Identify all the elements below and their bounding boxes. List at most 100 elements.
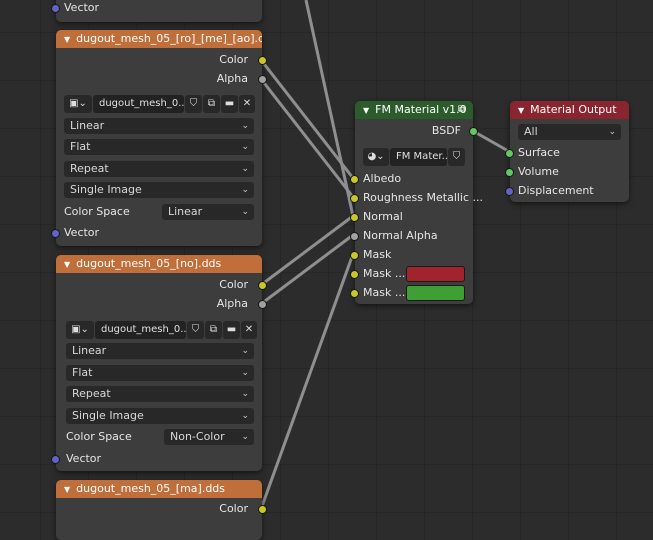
node-header[interactable]: ▼ Material Output (510, 101, 629, 119)
projection-dropdown[interactable]: Flat ⌄ (66, 365, 254, 381)
node-group-selector[interactable]: ◕⌄ FM Mater... ⛉ (363, 148, 465, 166)
image-selector[interactable]: ▣⌄ dugout_mesh_0... ⛉ ⧉ ▬ ✕ (64, 95, 255, 113)
alpha-output-socket[interactable] (258, 75, 267, 84)
mask-r-color-swatch[interactable] (406, 266, 465, 282)
image-browse-button[interactable]: ▣⌄ (66, 321, 94, 339)
normal-alpha-input-socket[interactable] (350, 232, 359, 241)
link-top-to-normal (304, 0, 355, 217)
mask-g-input-socket[interactable] (350, 289, 359, 298)
interpolation-value: Linear (72, 344, 107, 357)
volume-input-socket[interactable] (505, 168, 514, 177)
chevron-down-icon: ⌄ (241, 207, 249, 217)
group-name-field[interactable]: FM Mater... (390, 148, 447, 166)
chevron-down-icon: ⌄ (241, 346, 249, 356)
chevron-down-icon: ⌄ (241, 121, 249, 131)
color-space-dropdown[interactable]: Linear ⌄ (162, 204, 254, 220)
interpolation-dropdown[interactable]: Linear ⌄ (66, 343, 254, 359)
extension-dropdown[interactable]: Repeat ⌄ (66, 386, 254, 402)
extension-dropdown[interactable]: Repeat ⌄ (64, 161, 254, 177)
fm-material-group-node[interactable]: ▼ FM Material v1.0 ⧉ BSDF ◕⌄ FM Mater... ⛉… (350, 101, 483, 304)
open-image-button[interactable]: ▬ (221, 95, 238, 113)
image-name-field[interactable]: dugout_mesh_0... (95, 321, 186, 339)
node-group-icon: ⧉ (457, 104, 465, 115)
chevron-down-icon: ⌄ (241, 164, 249, 174)
color-space-value: Non-Color (170, 430, 225, 443)
collapse-arrow-icon[interactable]: ▼ (64, 31, 70, 48)
unlink-image-button[interactable]: ✕ (239, 95, 255, 113)
image-browse-button[interactable]: ▣⌄ (64, 95, 92, 113)
mask-g-input-label: Mask ... (363, 286, 406, 299)
volume-input-label: Volume (518, 165, 559, 178)
vector-input-socket[interactable] (51, 229, 60, 238)
image-texture-node-ao[interactable]: ▼ dugout_mesh_05_[ro]_[me]_[ao].dds Color… (51, 30, 267, 246)
color-space-label: Color Space (66, 430, 132, 443)
image-selector[interactable]: ▣⌄ dugout_mesh_0... ⛉ ⧉ ▬ ✕ (66, 321, 257, 339)
chevron-down-icon: ⌄ (241, 368, 249, 378)
color-space-dropdown[interactable]: Non-Color ⌄ (164, 429, 254, 445)
image-texture-node-ma[interactable]: ▼ dugout_mesh_05_[ma].dds Color (56, 480, 267, 540)
node-header[interactable]: ▼ dugout_mesh_05_[ma].dds (56, 480, 262, 498)
node-title: Material Output (530, 103, 617, 116)
folder-icon: ▬ (226, 324, 237, 335)
vector-input-socket[interactable] (51, 4, 60, 13)
interpolation-dropdown[interactable]: Linear ⌄ (64, 118, 254, 134)
color-output-label: Color (219, 502, 248, 515)
chevron-down-icon: ⌄ (241, 142, 249, 152)
unlink-image-button[interactable]: ✕ (241, 321, 257, 339)
vector-input-socket[interactable] (51, 455, 60, 464)
color-output-label: Color (219, 53, 248, 66)
alpha-output-socket[interactable] (258, 300, 267, 309)
vector-input-label: Vector (64, 226, 100, 239)
color-output-socket[interactable] (258, 505, 267, 514)
chevron-down-icon: ⌄ (241, 432, 249, 442)
collapse-arrow-icon[interactable]: ▼ (363, 102, 369, 119)
roughness-input-socket[interactable] (350, 194, 359, 203)
albedo-input-socket[interactable] (350, 175, 359, 184)
mask-r-input-socket[interactable] (350, 270, 359, 279)
node-header[interactable]: ▼ dugout_mesh_05_[ro]_[me]_[ao].dds (56, 30, 262, 48)
duplicate-image-button[interactable]: ⧉ (205, 321, 222, 339)
displacement-input-socket[interactable] (505, 187, 514, 196)
interpolation-value: Linear (70, 119, 105, 132)
image-icon: ▣ (71, 324, 81, 335)
chevron-down-icon: ⌄ (241, 185, 249, 195)
color-space-label: Color Space (64, 205, 130, 218)
normal-input-socket[interactable] (350, 213, 359, 222)
node-header[interactable]: ▼ FM Material v1.0 ⧉ (355, 101, 473, 119)
collapse-arrow-icon[interactable]: ▼ (518, 102, 524, 119)
shield-icon: ⛉ (452, 151, 461, 162)
fake-user-button[interactable]: ⛉ (187, 321, 204, 339)
mask-input-socket[interactable] (350, 251, 359, 260)
node-partial-top[interactable]: Vector (51, 0, 262, 22)
link-no-alpha-to-normal-alpha (260, 233, 354, 306)
node-header[interactable]: ▼ dugout_mesh_05_[no].dds (56, 255, 262, 273)
link-no-color-to-normal (260, 214, 354, 287)
source-dropdown[interactable]: Single Image ⌄ (64, 182, 254, 198)
projection-dropdown[interactable]: Flat ⌄ (64, 139, 254, 155)
chevron-down-icon: ⌄ (608, 127, 616, 137)
link-ao-color-to-albedo (259, 59, 355, 179)
group-browse-button[interactable]: ◕⌄ (363, 148, 389, 166)
color-space-value: Linear (168, 205, 203, 218)
node-title: FM Material v1.0 (375, 103, 467, 116)
color-output-socket[interactable] (258, 56, 267, 65)
source-dropdown[interactable]: Single Image ⌄ (66, 408, 254, 424)
fake-user-button[interactable]: ⛉ (185, 95, 202, 113)
collapse-arrow-icon[interactable]: ▼ (64, 481, 70, 498)
fake-user-button[interactable]: ⛉ (448, 148, 465, 166)
alpha-output-label: Alpha (216, 297, 248, 310)
color-output-socket[interactable] (258, 281, 267, 290)
node-title: dugout_mesh_05_[no].dds (76, 257, 222, 270)
duplicate-image-button[interactable]: ⧉ (203, 95, 220, 113)
surface-input-socket[interactable] (505, 149, 514, 158)
mask-g-color-swatch[interactable] (406, 285, 465, 301)
chevron-down-icon: ⌄ (78, 98, 87, 109)
normal-alpha-input-label: Normal Alpha (363, 229, 438, 242)
open-image-button[interactable]: ▬ (223, 321, 240, 339)
bsdf-output-socket[interactable] (469, 127, 478, 136)
material-output-node[interactable]: ▼ Material Output All ⌄ Surface Volume Dis… (505, 101, 629, 202)
image-texture-node-no[interactable]: ▼ dugout_mesh_05_[no].dds Color Alpha ▣⌄ … (51, 255, 267, 471)
target-dropdown[interactable]: All ⌄ (518, 124, 621, 140)
collapse-arrow-icon[interactable]: ▼ (64, 256, 70, 273)
image-name-field[interactable]: dugout_mesh_0... (93, 95, 184, 113)
